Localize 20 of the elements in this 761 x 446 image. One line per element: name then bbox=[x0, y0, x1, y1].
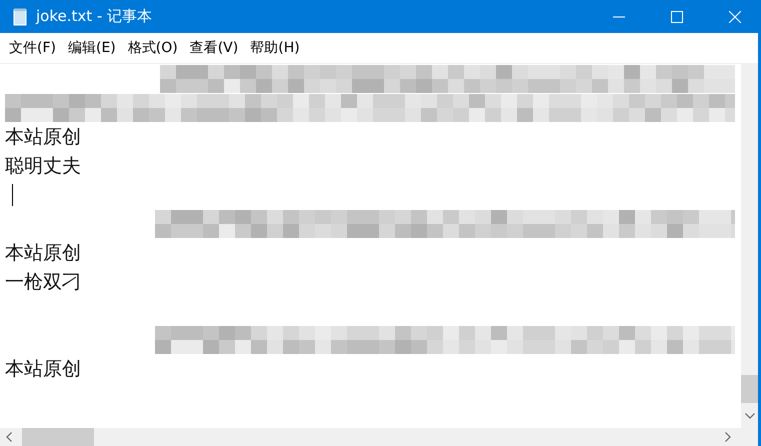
text-line: 聪明丈夫 bbox=[5, 154, 81, 178]
scroll-thumb[interactable] bbox=[741, 375, 758, 403]
text-cursor bbox=[12, 184, 13, 206]
text-line: 本站原创 bbox=[5, 240, 81, 266]
menu-item[interactable]: 格式(O) bbox=[122, 37, 183, 59]
menu-item[interactable]: 查看(V) bbox=[184, 37, 244, 59]
text-line: 本站原创 bbox=[5, 124, 81, 150]
menu-item[interactable]: 文件(F) bbox=[4, 37, 61, 59]
close-icon bbox=[729, 10, 741, 22]
maximize-icon bbox=[671, 10, 683, 22]
scroll-thumb[interactable] bbox=[22, 428, 94, 446]
menu-item[interactable]: 编辑(E) bbox=[62, 37, 121, 59]
notepad-icon bbox=[13, 8, 27, 26]
window-title: joke.txt - 记事本 bbox=[36, 7, 152, 26]
text-area[interactable]: 本站原创 聪明丈夫 本站原创 一枪双刁 本站原创 bbox=[0, 64, 741, 428]
text-line: 本站原创 bbox=[5, 356, 81, 382]
vertical-scrollbar[interactable] bbox=[741, 64, 758, 428]
text-line: 一枪双刁 bbox=[5, 270, 81, 294]
minimize-icon bbox=[613, 16, 625, 18]
menu-item[interactable]: 帮助(H) bbox=[245, 37, 305, 59]
